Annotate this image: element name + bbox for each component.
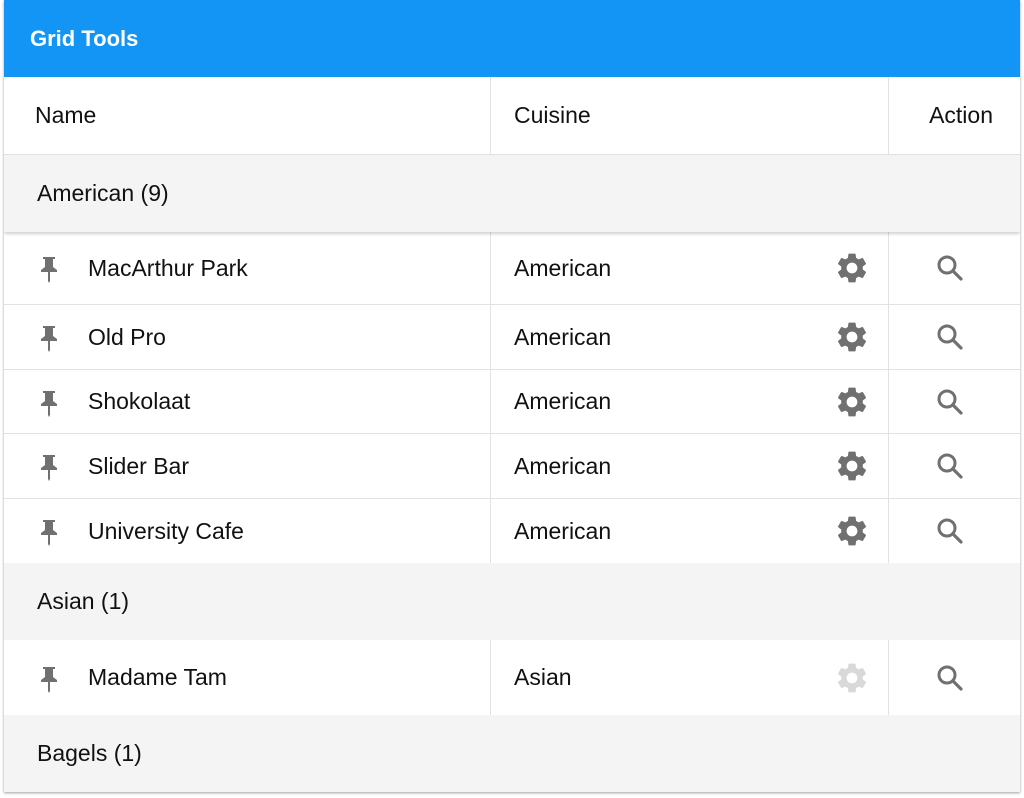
table-row[interactable]: Slider Bar American [4, 434, 1020, 499]
restaurant-name: MacArthur Park [88, 254, 248, 281]
cuisine-cell: Asian [491, 640, 889, 715]
name-cell: Madame Tam [4, 640, 491, 715]
restaurant-name: Old Pro [88, 323, 166, 350]
gear-icon[interactable] [834, 319, 870, 355]
grid-card: Grid Tools Name Cuisine Action American … [4, 0, 1020, 792]
column-header-name[interactable]: Name [4, 77, 491, 154]
cuisine-cell: American [491, 232, 889, 304]
pin-icon[interactable] [38, 253, 60, 283]
gear-icon-disabled [834, 660, 870, 696]
group-row-1[interactable]: Asian (1) [4, 563, 1020, 640]
action-cell [889, 305, 1020, 369]
cuisine-value: American [514, 323, 612, 350]
toolbar-title: Grid Tools [30, 25, 139, 51]
cuisine-value: American [514, 388, 612, 414]
cuisine-value: American [514, 517, 612, 544]
search-icon[interactable] [934, 450, 966, 482]
column-header-action-label: Action [929, 102, 993, 128]
group-label: Bagels (1) [37, 740, 142, 766]
pin-icon[interactable] [38, 322, 60, 352]
toolbar: Grid Tools [4, 0, 1020, 77]
restaurant-name: Shokolaat [88, 388, 191, 414]
group-row-0[interactable]: American (9) [4, 155, 1020, 232]
cuisine-value: American [514, 452, 612, 479]
column-header-name-label: Name [35, 102, 97, 128]
cuisine-cell: American [491, 370, 889, 433]
action-cell [889, 232, 1020, 304]
search-icon[interactable] [934, 515, 966, 547]
group-label: Asian (1) [37, 588, 130, 614]
table-row[interactable]: Madame Tam Asian [4, 640, 1020, 715]
name-cell: Old Pro [4, 305, 491, 369]
search-icon[interactable] [934, 252, 966, 284]
cuisine-cell: American [491, 434, 889, 498]
action-cell [889, 499, 1020, 563]
cuisine-cell: American [491, 499, 889, 563]
cuisine-value: American [514, 254, 612, 281]
search-icon[interactable] [934, 662, 966, 694]
grid-body: American (9) MacArthur Park American Old… [4, 155, 1020, 792]
pin-icon[interactable] [38, 516, 60, 546]
column-header-cuisine-label: Cuisine [514, 102, 591, 128]
restaurant-name: Slider Bar [88, 452, 189, 479]
action-cell [889, 434, 1020, 498]
name-cell: MacArthur Park [4, 232, 491, 304]
cuisine-value: Asian [514, 664, 572, 690]
pin-icon[interactable] [38, 387, 60, 417]
group-label: American (9) [37, 180, 169, 206]
restaurant-name: Madame Tam [88, 664, 227, 690]
gear-icon[interactable] [834, 250, 870, 286]
column-header-cuisine[interactable]: Cuisine [491, 77, 889, 154]
restaurant-name: University Cafe [88, 517, 244, 544]
name-cell: University Cafe [4, 499, 491, 563]
table-row[interactable]: University Cafe American [4, 499, 1020, 563]
group-row-2[interactable]: Bagels (1) [4, 715, 1020, 792]
search-icon[interactable] [934, 386, 966, 418]
search-icon[interactable] [934, 321, 966, 353]
column-header-row: Name Cuisine Action [4, 77, 1020, 155]
gear-icon[interactable] [834, 448, 870, 484]
name-cell: Shokolaat [4, 370, 491, 433]
action-cell [889, 370, 1020, 433]
gear-icon[interactable] [834, 513, 870, 549]
name-cell: Slider Bar [4, 434, 491, 498]
gear-icon[interactable] [834, 384, 870, 420]
table-row[interactable]: MacArthur Park American [4, 232, 1020, 305]
column-header-action[interactable]: Action [889, 77, 1020, 154]
pin-icon[interactable] [38, 451, 60, 481]
table-row[interactable]: Shokolaat American [4, 370, 1020, 434]
pin-icon[interactable] [38, 663, 60, 693]
data-grid: Name Cuisine Action American (9) MacArth… [4, 77, 1020, 792]
cuisine-cell: American [491, 305, 889, 369]
table-row[interactable]: Old Pro American [4, 305, 1020, 370]
action-cell [889, 640, 1020, 715]
